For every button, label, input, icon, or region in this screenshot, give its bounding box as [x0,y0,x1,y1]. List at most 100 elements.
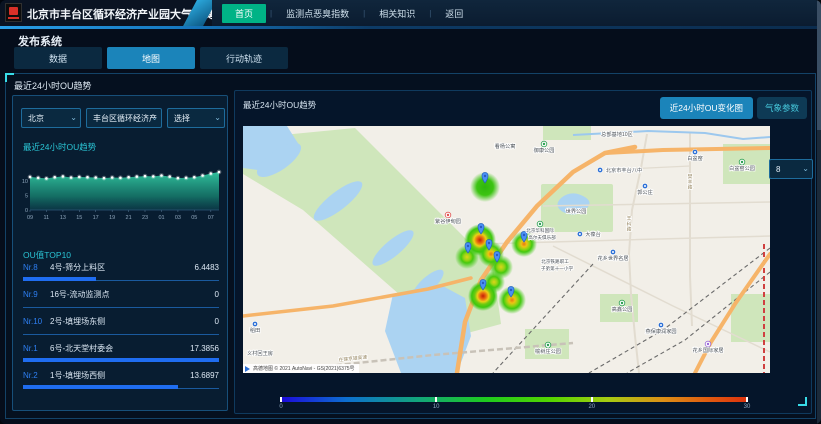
row-station-name: 4号-筛分上料区 [50,262,105,273]
svg-text:樊羊路: 樊羊路 [688,173,693,191]
amap-logo-icon [245,366,250,372]
svg-text:5: 5 [25,194,28,200]
map-label: 子弟第十一小学 [541,265,574,272]
svg-text:北京铁路职工: 北京铁路职工 [541,258,569,265]
purple-poi-icon [705,341,711,347]
svg-text:总部基地10区: 总部基地10区 [601,130,633,138]
row-station-name: 16号-流动监测点 [50,289,110,300]
view-tab-1[interactable]: 数据 [14,47,102,69]
weather-params-button[interactable]: 气象参数 [757,97,807,119]
svg-text:花乡国际家居: 花乡国际家居 [692,346,723,354]
svg-text:高鑫公园: 高鑫公园 [612,305,633,313]
ou-color-legend: 0102030 [281,397,747,413]
row-ou-value: 17.3856 [190,344,219,353]
legend-tick-mark [280,397,282,402]
nav-tab-1[interactable]: 首页 [222,4,266,23]
svg-text:19: 19 [109,215,115,221]
top-list-row: Nr.21号-填埋场西侧13.6897 [23,370,219,389]
legend-tick-label: 10 [433,404,440,410]
nav-tab-2[interactable]: 监测点恶臭指数 [276,4,359,23]
view-tab-2[interactable]: 地图 [107,47,195,69]
legend-tick-mark [746,397,748,402]
metro-poi-icon [692,149,697,154]
svg-text:23: 23 [142,215,148,221]
map-canvas: 看杨公寓总部基地10区白盆窑御康公园北京市丰台八中白盆窑公园郭公庄樊羊路丰科路紫… [243,126,770,373]
metro-station-icon [577,231,582,236]
card-corner-accent [798,397,807,406]
row-bar [23,358,219,362]
svg-text:义村回王房: 义村回王房 [247,349,273,357]
svg-text:北京华科国际: 北京华科国际 [526,227,554,234]
svg-text:燕保康润家园: 燕保康润家园 [645,327,676,335]
metro-poi-icon [658,322,663,327]
svg-text:丰科路: 丰科路 [627,215,632,233]
station-select[interactable]: 选择⌄ [167,108,225,128]
svg-text:13: 13 [60,215,66,221]
hour-select[interactable]: 8⌄ [769,159,813,179]
chevron-down-icon: ⌄ [802,164,809,173]
svg-text:世界公园: 世界公园 [566,207,587,215]
legend-tick-mark [591,397,593,402]
metro-poi-icon [642,183,647,188]
svg-text:大葆台: 大葆台 [585,230,601,238]
park-poi-icon [541,141,547,147]
metro-poi-icon [610,249,615,254]
row-rank: Nr.8 [23,263,50,272]
map-label: 看杨公寓 [495,142,516,150]
legend-tick-label: 20 [588,404,595,410]
ou-top-list: Nr.84号-筛分上料区6.4483Nr.916号-流动监测点0Nr.102号-… [23,262,219,397]
row-bar [23,277,219,281]
map-section-title: 最近24小时OU趋势 [243,99,316,111]
metro-station-icon [598,167,603,172]
row-station-name: 6号-北天堂村委会 [50,343,113,354]
metro-poi-icon [252,321,257,326]
svg-text:白盆窑: 白盆窑 [687,154,703,162]
svg-text:11: 11 [44,215,50,221]
svg-text:北京市丰台八中: 北京市丰台八中 [606,166,642,174]
svg-text:高尔夫俱乐部: 高尔夫俱乐部 [528,234,556,241]
chevron-down-icon: ⌄ [214,113,221,122]
header-accent-strip [0,26,821,29]
page-scrollbar[interactable] [817,0,821,424]
svg-text:子弟第十一小学: 子弟第十一小学 [541,265,574,272]
map-label: 义村回王房 [247,349,273,357]
city-select[interactable]: 北京⌄ [21,108,81,128]
row-station-name: 1号-填埋场西侧 [50,370,105,381]
top-list-row: Nr.84号-筛分上料区6.4483 [23,262,219,281]
svg-text:御康公园: 御康公园 [534,146,555,154]
header-bar: 北京市丰台区循环经济产业园大气恶臭状况实时 首页|监测点恶臭指数|相关知识|返回 [0,0,821,26]
park-select[interactable]: 丰台区循环经济产⌄ [86,108,162,128]
nav-separator: | [363,9,365,18]
row-rank: Nr.10 [23,317,50,326]
row-ou-value: 0 [215,317,219,326]
filter-row: 北京⌄ 丰台区循环经济产⌄ 选择⌄ [21,108,225,128]
nav-tab-4[interactable]: 返回 [435,4,473,23]
svg-text:01: 01 [158,215,164,221]
row-ou-value: 0 [215,290,219,299]
svg-text:15: 15 [76,215,82,221]
top-list-row: Nr.102号-填埋场东侧 0 [23,316,219,335]
row-station-name: 2号-填埋场东侧 [50,316,105,327]
svg-text:白盆窑公园: 白盆窑公园 [729,164,755,172]
scrollbar-thumb[interactable] [817,0,821,130]
park-poi-icon [619,300,625,306]
nav-tab-3[interactable]: 相关知识 [369,4,425,23]
legend-tick-label: 30 [744,404,751,410]
svg-text:10: 10 [22,179,28,185]
map-view[interactable]: 看杨公寓总部基地10区白盆窑御康公园北京市丰台八中白盆窑公园郭公庄樊羊路丰科路紫… [243,126,770,373]
svg-text:花乡世界名居: 花乡世界名居 [597,254,628,262]
svg-text:17: 17 [93,215,99,221]
legend-tick-mark [435,397,437,402]
view-tabs: 数据地图行动轨迹 [14,47,288,69]
map-label: 北京铁路职工 [541,258,569,265]
legend-tick-labels: 0102030 [281,404,747,413]
ou-change-map-button[interactable]: 近24小时OU变化图 [660,97,753,119]
park-poi-icon [739,159,745,165]
svg-text:09: 09 [27,215,33,221]
view-tab-3[interactable]: 行动轨迹 [200,47,288,69]
top-list-row: Nr.916号-流动监测点0 [23,289,219,308]
row-rank: Nr.1 [23,344,50,353]
nav-separator: | [270,9,272,18]
trend-card: 北京⌄ 丰台区循环经济产⌄ 选择⌄ 最近24小时OU趋势 05100911131… [12,95,228,411]
map-copyright: 高德地图 © 2021 AutoNavi - GS(2021)6375号 [243,364,359,373]
